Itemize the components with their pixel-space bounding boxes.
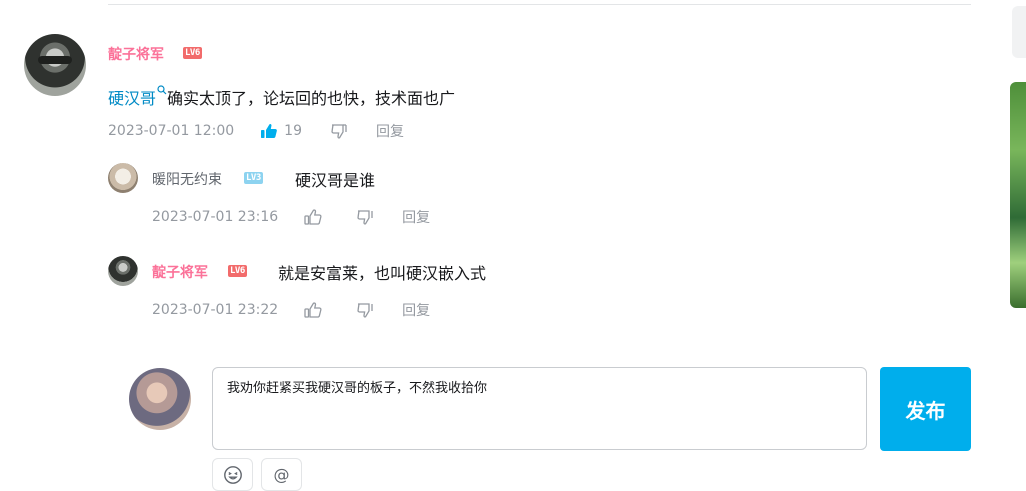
level-badge: LV6: [183, 47, 202, 59]
reply-username[interactable]: 暖阳无约束: [152, 169, 222, 189]
at-button[interactable]: @: [261, 458, 302, 491]
search-icon[interactable]: [157, 85, 167, 98]
thumb-down-icon: [357, 303, 373, 318]
like-button[interactable]: 19: [260, 123, 302, 139]
reply-username[interactable]: 靛子将军: [152, 262, 208, 282]
side-banner-image[interactable]: [1010, 82, 1026, 308]
reply-avatar[interactable]: [108, 163, 138, 193]
like-button[interactable]: [304, 209, 328, 225]
side-panel: [1012, 6, 1026, 58]
reply-text: 硬汉哥是谁: [295, 171, 376, 190]
level-badge: LV6: [228, 265, 247, 277]
dislike-button[interactable]: [356, 302, 374, 318]
my-avatar: [129, 368, 191, 430]
thumb-up-icon: [261, 124, 278, 138]
comment-username[interactable]: 靛子将军: [108, 44, 164, 64]
at-icon: @: [273, 465, 290, 484]
reply-meta: 2023-07-01 23:22 回复: [152, 300, 430, 320]
reply-time: 2023-07-01 23:22: [152, 302, 279, 318]
comment-meta: 2023-07-01 12:00 19 回复: [108, 121, 404, 141]
top-divider: [108, 4, 971, 5]
like-count: 19: [284, 123, 302, 139]
reply-button[interactable]: 回复: [402, 300, 430, 320]
thumb-up-icon: [304, 302, 322, 318]
reply-avatar[interactable]: [108, 256, 138, 286]
comment-content: 硬汉哥 确实太顶了，论坛回的也快，技术面也广: [108, 85, 455, 109]
level-badge: LV3: [244, 172, 263, 184]
dislike-button[interactable]: [330, 123, 348, 139]
emoji-button[interactable]: [212, 458, 253, 491]
comment-input[interactable]: 我劝你赶紧买我硬汉哥的板子，不然我收拾你: [212, 367, 867, 450]
thumb-down-icon: [331, 124, 347, 139]
reply-button[interactable]: 回复: [402, 207, 430, 227]
emoji-icon: [223, 465, 242, 484]
thumb-down-icon: [357, 210, 373, 225]
like-button[interactable]: [304, 302, 328, 318]
reply-text: 就是安富莱，也叫硬汉嵌入式: [278, 264, 487, 283]
dislike-button[interactable]: [356, 209, 374, 225]
comment-text: 确实太顶了，论坛回的也快，技术面也广: [167, 89, 456, 108]
reply-time: 2023-07-01 23:16: [152, 209, 279, 225]
reply-button[interactable]: 回复: [376, 121, 404, 141]
mention-link[interactable]: 硬汉哥: [108, 89, 156, 108]
thumb-up-icon: [304, 209, 322, 225]
avatar[interactable]: [24, 34, 86, 96]
comment-time: 2023-07-01 12:00: [108, 123, 235, 139]
publish-button[interactable]: 发布: [880, 367, 971, 451]
reply-meta: 2023-07-01 23:16 回复: [152, 207, 430, 227]
